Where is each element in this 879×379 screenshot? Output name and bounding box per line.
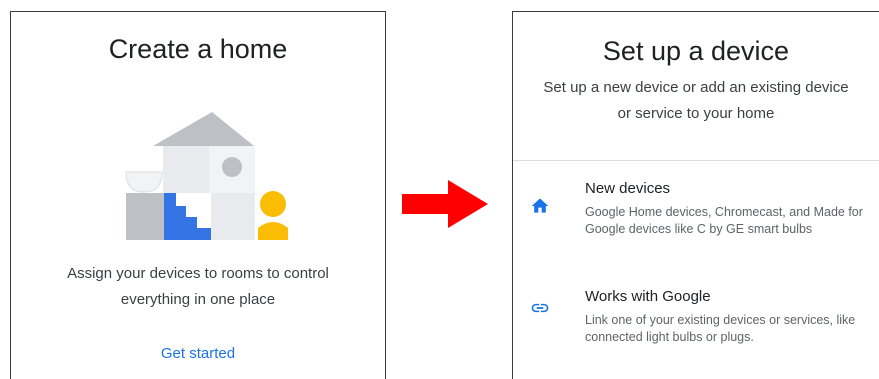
new-devices-option[interactable]: New devices Google Home devices, Chromec…: [513, 180, 879, 265]
page-title: Create a home: [108, 34, 288, 64]
option-description: Google Home devices, Chromecast, and Mad…: [585, 205, 863, 236]
right-arrow-icon: [402, 180, 488, 228]
setup-device-screen: Set up a device Set up a new device or a…: [512, 11, 879, 379]
page-title: Set up a device: [602, 36, 790, 66]
home-description: Assign your devices to rooms to control …: [67, 265, 329, 308]
get-started-link[interactable]: Get started: [11, 345, 385, 362]
divider: [513, 160, 879, 161]
link-icon: [531, 303, 549, 313]
option-title: New devices: [585, 180, 671, 197]
home-icon: [531, 198, 549, 213]
option-description: Link one of your existing devices or ser…: [585, 313, 856, 344]
option-title: Works with Google: [585, 288, 711, 305]
setup-subtitle: Set up a new device or add an existing d…: [543, 79, 849, 122]
works-with-google-option[interactable]: Works with Google Link one of your exist…: [513, 288, 879, 368]
home-illustration: [125, 112, 288, 240]
create-home-screen: Create a home Assign your devices to roo…: [10, 11, 386, 379]
